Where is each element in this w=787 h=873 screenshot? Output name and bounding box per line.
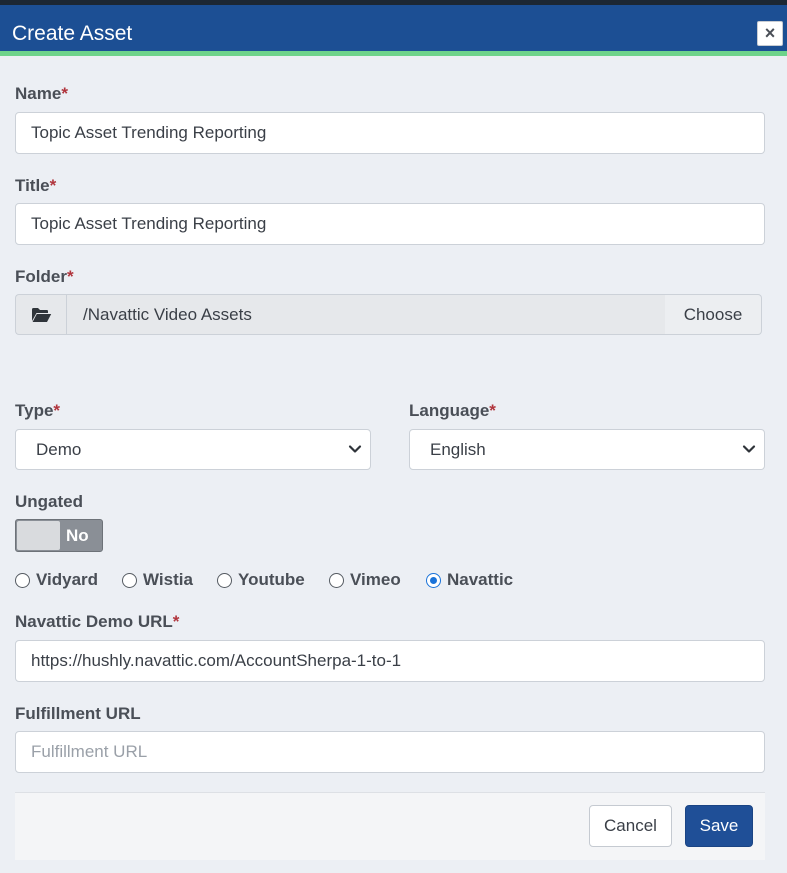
title-label: Title* bbox=[15, 176, 56, 196]
language-selected-value: English bbox=[430, 440, 486, 459]
chevron-down-icon bbox=[348, 445, 362, 453]
name-label-text: Name bbox=[15, 84, 62, 103]
language-label: Language* bbox=[409, 401, 496, 421]
folder-picker-icon-button[interactable] bbox=[15, 294, 67, 335]
ungated-label: Ungated bbox=[15, 492, 83, 511]
required-marker: * bbox=[172, 612, 180, 631]
type-label: Type* bbox=[15, 401, 60, 421]
required-marker: * bbox=[49, 176, 57, 195]
title-label-text: Title bbox=[15, 176, 50, 195]
name-input[interactable] bbox=[15, 112, 765, 154]
radio-label: Wistia bbox=[143, 570, 193, 589]
close-button[interactable]: × bbox=[757, 21, 783, 46]
radio-vimeo[interactable]: Vimeo bbox=[329, 570, 401, 590]
language-select[interactable]: English bbox=[409, 429, 765, 470]
language-label-text: Language bbox=[409, 401, 490, 420]
fulfillment-url-label: Fulfillment URL bbox=[15, 704, 141, 723]
folder-label: Folder* bbox=[15, 267, 74, 287]
type-selected-value: Demo bbox=[36, 440, 82, 459]
chevron-down-icon bbox=[742, 445, 756, 453]
type-label-text: Type bbox=[15, 401, 54, 420]
header-accent-bar bbox=[0, 51, 787, 56]
demo-url-label: Navattic Demo URL* bbox=[15, 612, 179, 632]
radio-label: Youtube bbox=[238, 570, 305, 589]
radio-button-icon bbox=[217, 572, 232, 588]
choose-folder-button[interactable]: Choose bbox=[665, 294, 762, 335]
cancel-button[interactable]: Cancel bbox=[589, 805, 672, 847]
ungated-toggle[interactable]: No bbox=[15, 519, 103, 552]
radio-label: Navattic bbox=[447, 570, 514, 589]
save-button[interactable]: Save bbox=[685, 805, 753, 847]
toggle-knob bbox=[17, 521, 60, 550]
radio-button-icon bbox=[329, 572, 344, 588]
modal-header: Create Asset × bbox=[0, 5, 787, 51]
type-select[interactable]: Demo bbox=[15, 429, 371, 470]
radio-wistia[interactable]: Wistia bbox=[122, 570, 193, 590]
radio-label: Vimeo bbox=[350, 570, 401, 589]
toggle-state-text: No bbox=[66, 526, 89, 545]
radio-button-icon bbox=[15, 572, 30, 588]
radio-button-icon bbox=[122, 572, 137, 588]
radio-navattic[interactable]: Navattic bbox=[426, 570, 513, 590]
folder-label-text: Folder bbox=[15, 267, 67, 286]
folder-path-display: /Navattic Video Assets bbox=[66, 294, 666, 335]
radio-button-checked-icon bbox=[426, 572, 441, 588]
modal-title: Create Asset bbox=[12, 22, 133, 45]
demo-url-label-text: Navattic Demo URL bbox=[15, 612, 173, 631]
radio-vidyard[interactable]: Vidyard bbox=[15, 570, 98, 590]
close-icon: × bbox=[764, 23, 776, 43]
required-marker: * bbox=[53, 401, 61, 420]
required-marker: * bbox=[489, 401, 496, 420]
demo-url-input[interactable] bbox=[15, 640, 765, 682]
radio-label: Vidyard bbox=[36, 570, 99, 589]
required-marker: * bbox=[66, 267, 74, 286]
required-marker: * bbox=[61, 84, 68, 103]
fulfillment-url-input[interactable] bbox=[15, 731, 765, 773]
name-label: Name* bbox=[15, 84, 68, 104]
title-input[interactable] bbox=[15, 203, 765, 245]
folder-open-icon bbox=[32, 307, 52, 322]
radio-youtube[interactable]: Youtube bbox=[217, 570, 305, 590]
